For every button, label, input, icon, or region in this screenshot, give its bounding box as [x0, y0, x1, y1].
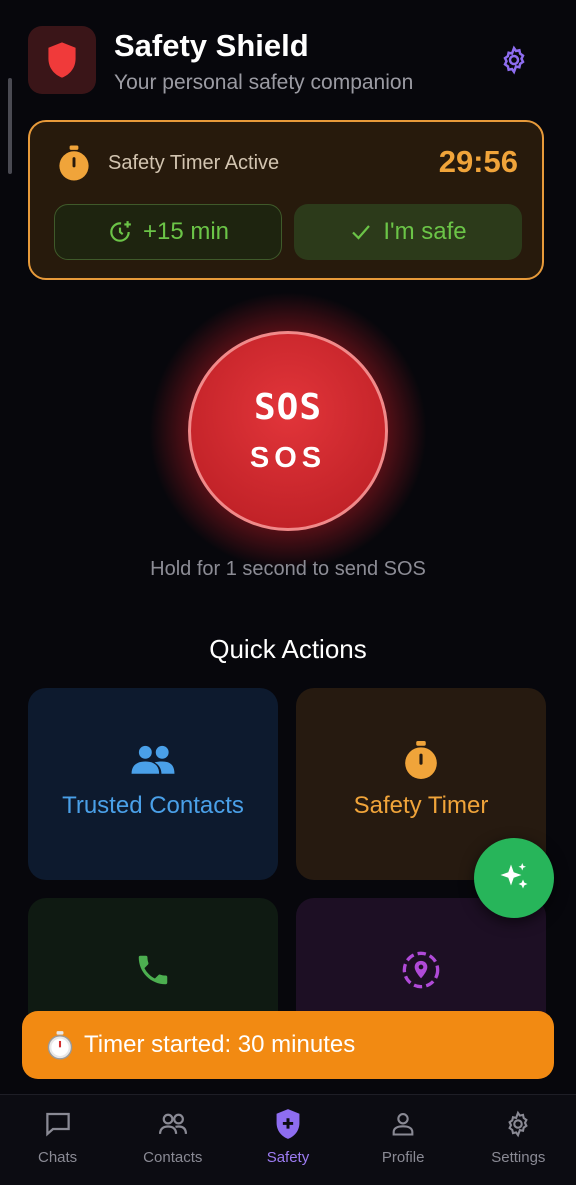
nav-label-chats: Chats: [38, 1149, 78, 1166]
im-safe-button[interactable]: I'm safe: [294, 204, 522, 260]
nav-label-settings: Settings: [491, 1149, 546, 1166]
app-header: Safety Shield Your personal safety compa…: [28, 26, 548, 96]
nav-item-settings[interactable]: Settings: [461, 1095, 576, 1185]
settings-button[interactable]: [496, 42, 532, 78]
app-logo: [28, 26, 96, 94]
sos-glyph-text: SOS: [253, 387, 323, 428]
gear-icon: [503, 45, 525, 75]
app-title: Safety Shield: [114, 28, 309, 63]
person-icon: [389, 1109, 417, 1139]
gear-icon: [504, 1109, 532, 1139]
nav-item-contacts[interactable]: Contacts: [115, 1095, 230, 1185]
sparkles-icon: [500, 863, 528, 889]
nav-item-profile[interactable]: Profile: [346, 1095, 461, 1185]
trusted-contacts-label: Trusted Contacts: [62, 792, 244, 819]
check-icon: [352, 225, 371, 240]
nav-label-safety: Safety: [266, 1149, 310, 1166]
quick-actions-title: Quick Actions: [209, 634, 367, 664]
im-safe-label: I'm safe: [383, 218, 467, 245]
nav-item-chats[interactable]: Chats: [0, 1095, 115, 1185]
shield-icon: [48, 42, 76, 78]
ai-assistant-fab[interactable]: [474, 838, 554, 918]
snackbar: Timer started: 30 minutes: [22, 1011, 554, 1079]
nav-item-safety[interactable]: Safety: [230, 1095, 345, 1185]
stopwatch-icon: [402, 740, 440, 780]
scroll-indicator[interactable]: [8, 78, 12, 174]
timer-status-label: Safety Timer Active: [108, 152, 280, 174]
nav-label-contacts: Contacts: [143, 1149, 203, 1166]
stopwatch-icon: [56, 144, 92, 187]
app-subtitle: Your personal safety companion: [114, 71, 414, 94]
bottom-navigation: Chats Contacts Safety Profile Settings: [0, 1094, 576, 1185]
chat-icon: [43, 1109, 73, 1139]
sos-button[interactable]: SOS SOS: [188, 331, 388, 531]
trusted-contacts-card[interactable]: Trusted Contacts: [28, 688, 278, 880]
clock-plus-icon: [110, 221, 131, 242]
people-icon: [130, 740, 176, 780]
location-icon: [401, 950, 441, 990]
sos-hint: Hold for 1 second to send SOS: [150, 558, 426, 580]
extend-timer-label: +15 min: [142, 218, 230, 245]
stopwatch-emoji-icon: [47, 1031, 73, 1060]
phone-icon: [134, 950, 172, 990]
contacts-icon: [157, 1109, 189, 1139]
snackbar-message: Timer started: 30 minutes: [84, 1031, 356, 1058]
shield-plus-icon: [274, 1109, 302, 1139]
extend-timer-button[interactable]: +15 min: [54, 204, 282, 260]
safety-timer-card: Safety Timer Active 29:56 +15 min I'm sa…: [28, 120, 544, 280]
safety-timer-label: Safety Timer: [353, 792, 489, 819]
sos-label: SOS: [249, 442, 327, 474]
timer-countdown: 29:56: [438, 144, 518, 179]
nav-label-profile: Profile: [381, 1149, 425, 1166]
